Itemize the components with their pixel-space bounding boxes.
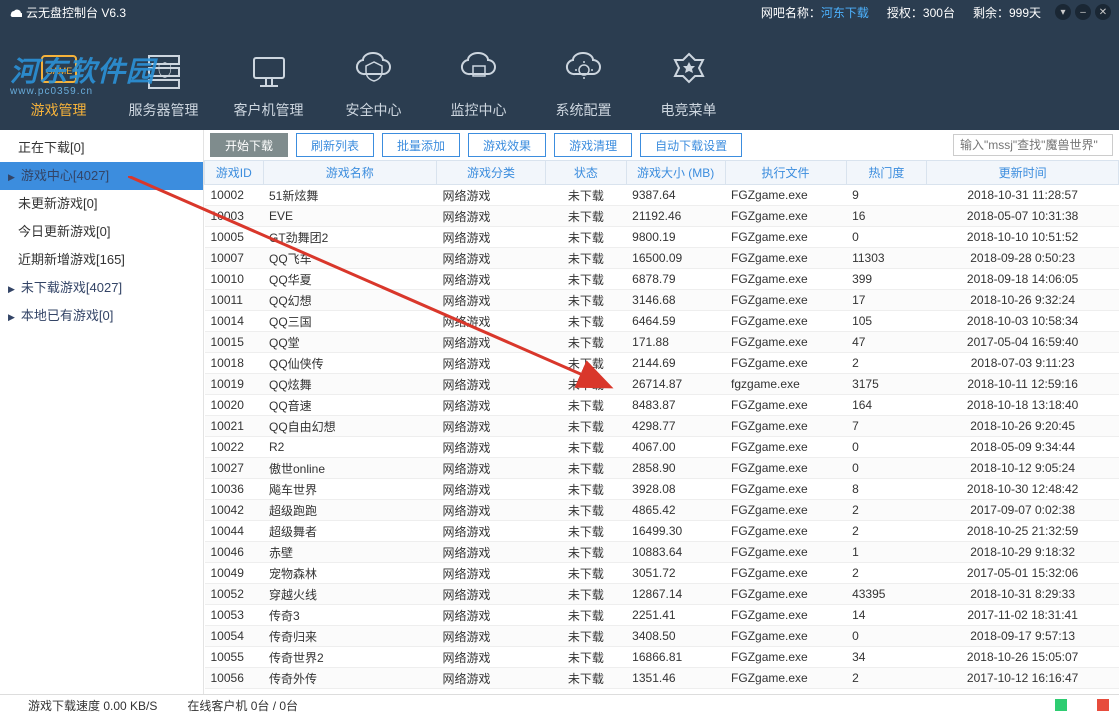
app-title: 云无盘控制台 V6.3 — [8, 4, 126, 21]
nav-label: 游戏管理 — [31, 100, 87, 120]
table-row[interactable]: 10042超级跑跑网络游戏未下载4865.42FGZgame.exe22017-… — [205, 500, 1119, 521]
sidebar-item-2[interactable]: 未更新游戏[0] — [0, 190, 203, 218]
nav-4[interactable]: 监控中心 — [426, 32, 531, 130]
table-row[interactable]: 10015QQ堂网络游戏未下载171.88FGZgame.exe472017-0… — [205, 332, 1119, 353]
nav-1[interactable]: 服务器管理 — [111, 32, 216, 130]
table-row[interactable]: 10005GT劲舞团2网络游戏未下载9800.19FGZgame.exe0201… — [205, 227, 1119, 248]
batch-add-button[interactable]: 批量添加 — [382, 133, 460, 157]
col-status[interactable]: 状态 — [545, 161, 626, 185]
online-clients: 在线客户机 0台 / 0台 — [187, 697, 298, 714]
sidebar-item-5[interactable]: 未下载游戏[4027] — [0, 274, 203, 302]
table-row[interactable]: 10036飚车世界网络游戏未下载3928.08FGZgame.exe82018-… — [205, 479, 1119, 500]
table-row[interactable]: 10049宠物森林网络游戏未下载3051.72FGZgame.exe22017-… — [205, 563, 1119, 584]
minimize-button[interactable]: – — [1075, 4, 1091, 20]
table-row[interactable]: 10019QQ炫舞网络游戏未下载26714.87fgzgame.exe31752… — [205, 374, 1119, 395]
table-row[interactable]: 10014QQ三国网络游戏未下载6464.59FGZgame.exe105201… — [205, 311, 1119, 332]
sidebar: 正在下载[0]游戏中心[4027]未更新游戏[0]今日更新游戏[0]近期新增游戏… — [0, 130, 204, 694]
col-cat[interactable]: 游戏分类 — [437, 161, 546, 185]
col-hot[interactable]: 热门度 — [846, 161, 927, 185]
table-row[interactable]: 10018QQ仙侠传网络游戏未下载2144.69FGZgame.exe22018… — [205, 353, 1119, 374]
game-effect-button[interactable]: 游戏效果 — [468, 133, 546, 157]
table-row[interactable]: 10053传奇3网络游戏未下载2251.41FGZgame.exe142017-… — [205, 605, 1119, 626]
nav-label: 系统配置 — [556, 100, 612, 120]
game-clean-button[interactable]: 游戏清理 — [554, 133, 632, 157]
table-row[interactable]: 10056传奇外传网络游戏未下载1351.46FGZgame.exe22017-… — [205, 668, 1119, 689]
table-row[interactable]: 10046赤壁网络游戏未下载10883.64FGZgame.exe12018-1… — [205, 542, 1119, 563]
nav-6[interactable]: 电竞菜单 — [636, 32, 741, 130]
table-row[interactable]: 10003EVE网络游戏未下载21192.46FGZgame.exe162018… — [205, 206, 1119, 227]
nav-icon — [664, 46, 714, 94]
nav-icon — [244, 46, 294, 94]
table-row[interactable]: 10054传奇归来网络游戏未下载3408.50FGZgame.exe02018-… — [205, 626, 1119, 647]
table-row[interactable]: 10022R2网络游戏未下载4067.00FGZgame.exe02018-05… — [205, 437, 1119, 458]
sidebar-item-0[interactable]: 正在下载[0] — [0, 134, 203, 162]
sidebar-item-4[interactable]: 近期新增游戏[165] — [0, 246, 203, 274]
bar-name-link[interactable]: 河东下载 — [821, 6, 869, 20]
game-grid: 游戏ID 游戏名称 游戏分类 状态 游戏大小 (MB) 执行文件 热门度 更新时… — [204, 160, 1119, 694]
table-row[interactable]: 10027傲世online网络游戏未下载2858.90FGZgame.exe02… — [205, 458, 1119, 479]
main-nav: 河东软件园www.pc0359.cn GAME游戏管理服务器管理客户机管理安全中… — [0, 24, 1119, 130]
table-row[interactable]: 10052穿越火线网络游戏未下载12867.14FGZgame.exe43395… — [205, 584, 1119, 605]
refresh-button[interactable]: 刷新列表 — [296, 133, 374, 157]
nav-5[interactable]: 系统配置 — [531, 32, 636, 130]
sidebar-item-6[interactable]: 本地已有游戏[0] — [0, 302, 203, 330]
svg-text:GAME: GAME — [45, 66, 72, 76]
nav-0[interactable]: GAME 游戏管理 — [6, 32, 111, 130]
nav-3[interactable]: 安全中心 — [321, 32, 426, 130]
table-row[interactable]: 10010QQ华夏网络游戏未下载6878.79FGZgame.exe399201… — [205, 269, 1119, 290]
table-row[interactable]: 10007QQ飞车网络游戏未下载16500.09FGZgame.exe11303… — [205, 248, 1119, 269]
nav-icon — [559, 46, 609, 94]
table-row[interactable]: 10055传奇世界2网络游戏未下载16866.81FGZgame.exe3420… — [205, 647, 1119, 668]
nav-icon — [349, 46, 399, 94]
sidebar-item-3[interactable]: 今日更新游戏[0] — [0, 218, 203, 246]
status-bar: 游戏下载速度 0.00 KB/S 在线客户机 0台 / 0台 — [0, 694, 1119, 715]
table-row[interactable]: 10044超级舞者网络游戏未下载16499.30FGZgame.exe22018… — [205, 521, 1119, 542]
nav-icon: GAME — [34, 46, 84, 94]
col-id[interactable]: 游戏ID — [205, 161, 264, 185]
header-info: 网吧名称：河东下载 授权：300台 剩余：999天 — [761, 4, 1041, 21]
nav-label: 电竞菜单 — [661, 100, 717, 120]
col-exe[interactable]: 执行文件 — [725, 161, 846, 185]
col-time[interactable]: 更新时间 — [927, 161, 1119, 185]
status-green-icon — [1055, 699, 1067, 711]
nav-label: 监控中心 — [451, 100, 507, 120]
col-size[interactable]: 游戏大小 (MB) — [626, 161, 725, 185]
nav-label: 安全中心 — [346, 100, 402, 120]
table-row[interactable]: 1000251新炫舞网络游戏未下载9387.64FGZgame.exe92018… — [205, 185, 1119, 206]
dropdown-icon[interactable]: ▾ — [1055, 4, 1071, 20]
sidebar-item-1[interactable]: 游戏中心[4027] — [0, 162, 203, 190]
toolbar: 开始下载 刷新列表 批量添加 游戏效果 游戏清理 自动下载设置 — [204, 130, 1119, 160]
auto-download-button[interactable]: 自动下载设置 — [640, 133, 742, 157]
status-red-icon — [1097, 699, 1109, 711]
nav-label: 服务器管理 — [129, 100, 199, 120]
table-row[interactable]: 10020QQ音速网络游戏未下载8483.87FGZgame.exe164201… — [205, 395, 1119, 416]
start-download-button[interactable]: 开始下载 — [210, 133, 288, 157]
nav-2[interactable]: 客户机管理 — [216, 32, 321, 130]
table-row[interactable]: 10021QQ自由幻想网络游戏未下载4298.77FGZgame.exe7201… — [205, 416, 1119, 437]
close-button[interactable]: ✕ — [1095, 4, 1111, 20]
nav-label: 客户机管理 — [234, 100, 304, 120]
search-input[interactable] — [953, 134, 1113, 156]
nav-icon — [454, 46, 504, 94]
table-row[interactable]: 10011QQ幻想网络游戏未下载3146.68FGZgame.exe172018… — [205, 290, 1119, 311]
download-speed: 游戏下载速度 0.00 KB/S — [28, 697, 157, 714]
titlebar: 云无盘控制台 V6.3 网吧名称：河东下载 授权：300台 剩余：999天 ▾ … — [0, 0, 1119, 24]
cloud-icon — [8, 5, 22, 19]
nav-icon — [139, 46, 189, 94]
col-name[interactable]: 游戏名称 — [263, 161, 437, 185]
